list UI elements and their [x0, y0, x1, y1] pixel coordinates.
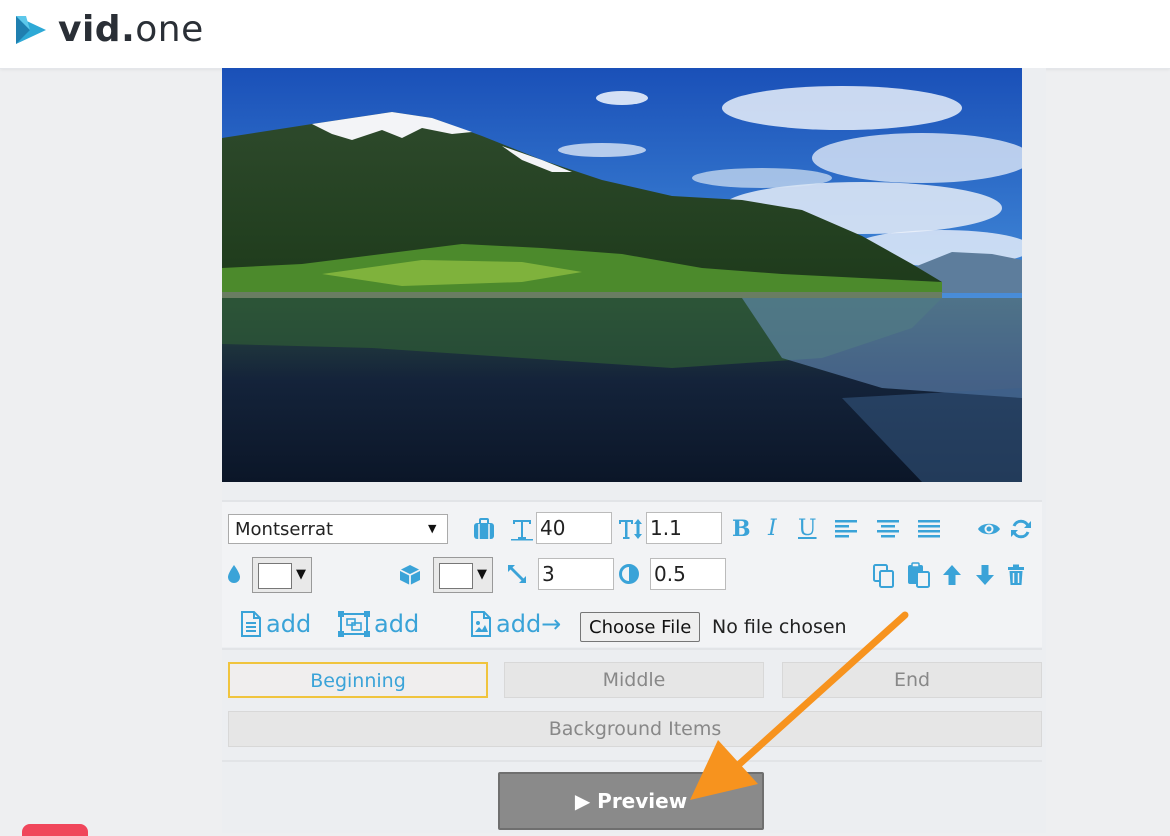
chevron-down-icon: ▼ [477, 567, 487, 582]
eye-icon[interactable] [977, 520, 1001, 538]
cube-icon [399, 565, 421, 585]
file-status-text: No file chosen [712, 616, 847, 638]
text-color-picker[interactable]: ▼ [252, 557, 312, 593]
bold-icon[interactable]: B [732, 518, 751, 540]
color-swatch [258, 563, 292, 589]
arrow-up-icon[interactable] [942, 564, 962, 586]
video-editor: Montserrat ▼ B I U [222, 68, 1046, 833]
adjust-contrast-icon [619, 564, 639, 584]
preview-button[interactable]: ▶ Preview [498, 772, 764, 830]
notification-tab[interactable] [22, 824, 88, 836]
tab-background-items[interactable]: Background Items [228, 711, 1042, 747]
text-toolbar: Montserrat ▼ B I U [222, 500, 1042, 647]
landscape-image [222, 68, 1022, 482]
video-canvas[interactable] [222, 68, 1022, 482]
file-image-icon [471, 611, 491, 637]
vid-one-logo[interactable]: vid.one [12, 10, 204, 50]
border-width-input[interactable] [538, 558, 614, 590]
logo-text: vid.one [58, 9, 204, 50]
underline-icon[interactable]: U [798, 518, 817, 540]
add-image-button[interactable]: add→ [470, 610, 561, 638]
trash-icon[interactable] [1007, 564, 1025, 586]
italic-icon[interactable]: I [768, 518, 777, 540]
add-shape-button[interactable]: add [338, 610, 419, 638]
add-text-button[interactable]: add [240, 610, 311, 638]
copy-icon[interactable] [873, 564, 895, 588]
font-size-input[interactable] [536, 512, 612, 544]
expand-icon [508, 565, 526, 583]
timeline-sections: Beginning Middle End Background Items [222, 648, 1042, 765]
align-left-icon[interactable] [835, 520, 857, 538]
file-text-icon [241, 611, 261, 637]
briefcase-icon[interactable] [472, 518, 496, 540]
preview-area: ▶ Preview [222, 760, 1042, 835]
play-logo-icon [16, 16, 46, 44]
line-height-input[interactable] [646, 512, 722, 544]
object-group-icon [338, 611, 370, 637]
app-header: vid.one [0, 0, 1170, 69]
tab-beginning[interactable]: Beginning [228, 662, 488, 698]
transparent-swatch [439, 563, 473, 589]
align-justify-icon[interactable] [918, 520, 940, 538]
align-center-icon[interactable] [877, 520, 899, 538]
tint-icon [228, 565, 240, 583]
opacity-input[interactable] [650, 558, 726, 590]
tab-end[interactable]: End [782, 662, 1042, 698]
refresh-icon[interactable] [1010, 518, 1032, 540]
font-family-select[interactable]: Montserrat [228, 514, 448, 544]
paste-icon[interactable] [907, 562, 931, 588]
choose-file-button[interactable]: Choose File [580, 612, 701, 642]
arrow-down-icon[interactable] [975, 564, 995, 586]
tab-middle[interactable]: Middle [504, 662, 764, 698]
background-color-picker[interactable]: ▼ [433, 557, 493, 593]
line-height-icon [619, 519, 642, 539]
font-size-icon [511, 520, 533, 541]
chevron-down-icon: ▼ [296, 567, 306, 582]
